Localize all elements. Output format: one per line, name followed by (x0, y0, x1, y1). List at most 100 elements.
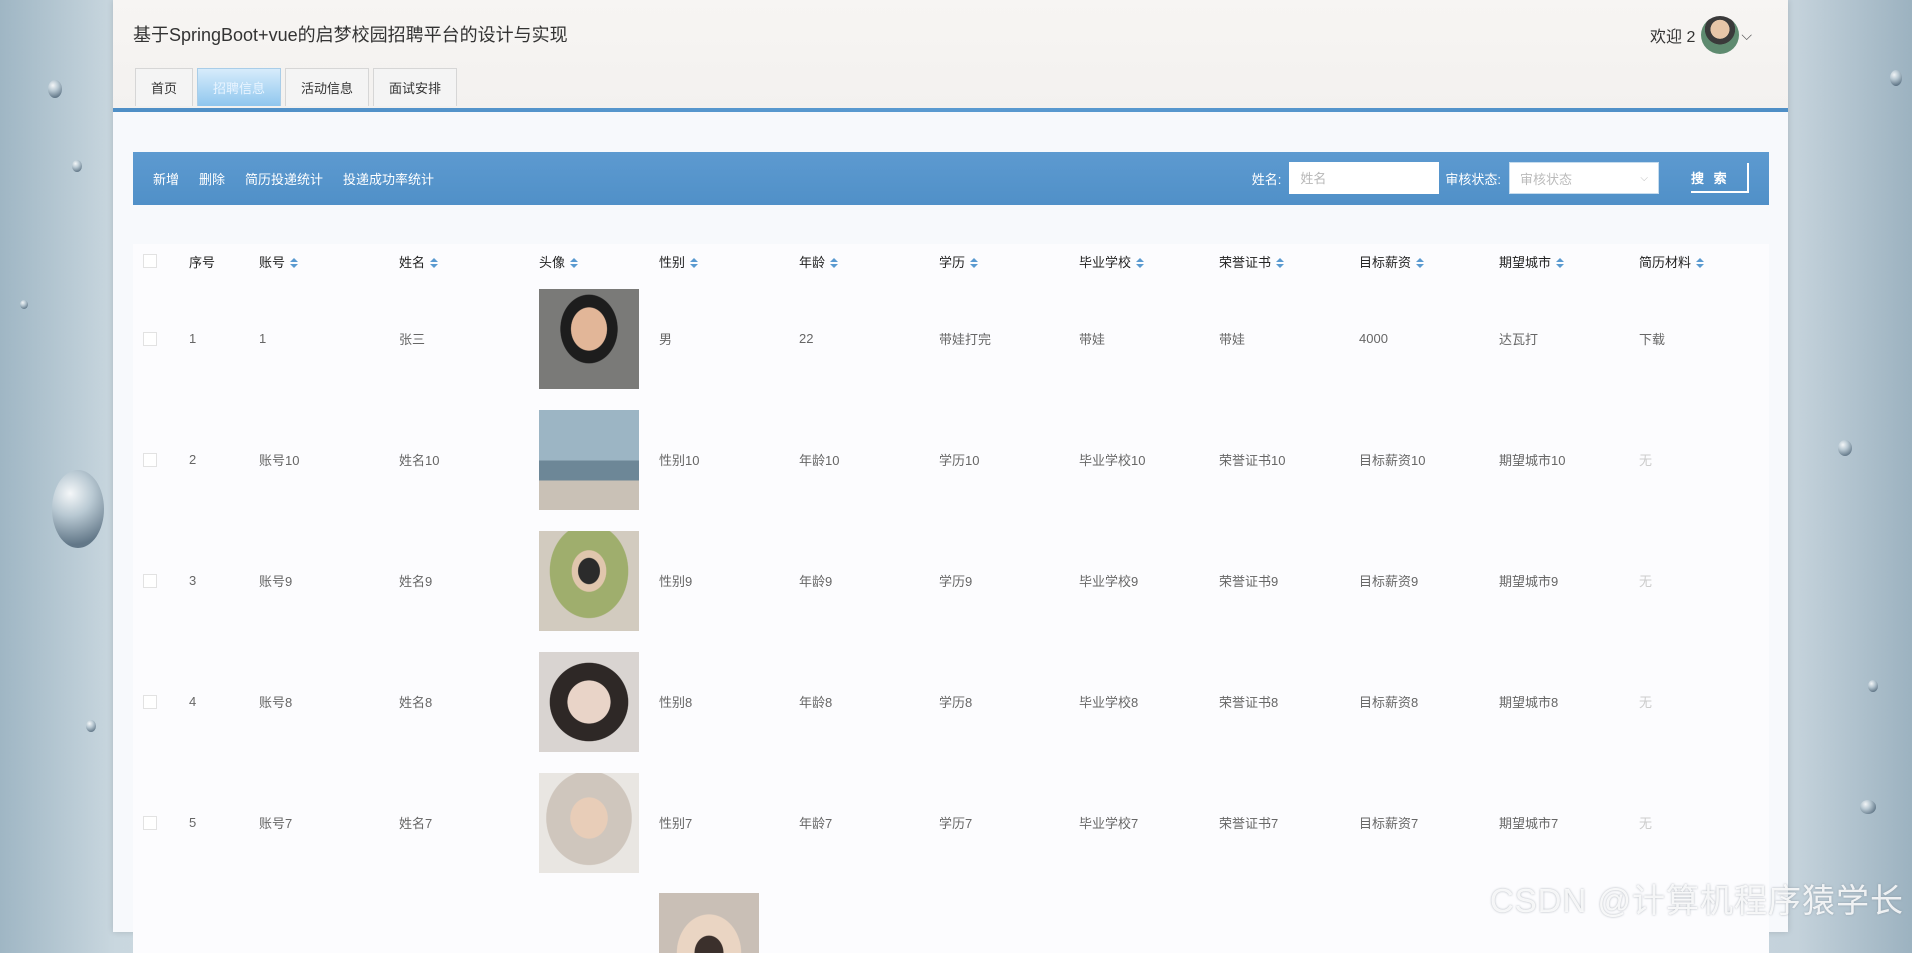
cell-salary: 目标薪资10 (1359, 453, 1426, 468)
cell-age: 年龄8 (799, 695, 833, 710)
download-link[interactable]: 下载 (1633, 329, 1749, 348)
tab-interviews[interactable]: 面试安排 (373, 68, 458, 106)
status-label: 审核状态: (1445, 171, 1501, 187)
table-row[interactable]: 2 账号10 姓名10 性别10 年龄10 学历10 毕业学校10 荣誉证书10… (133, 399, 1769, 520)
cell-gender: 性别7 (659, 816, 693, 831)
sort-icon[interactable] (970, 258, 979, 269)
table-row[interactable]: 1 1 张三 男 22 带娃打完 带娃 带娃 4000 达瓦打 下载 (133, 278, 1769, 399)
delete-button[interactable]: 删除 (199, 169, 225, 188)
avatar-photo[interactable] (539, 651, 639, 752)
tab-home[interactable]: 首页 (135, 68, 194, 106)
cell-age: 年龄9 (799, 574, 833, 589)
cell-gender: 性别9 (659, 574, 693, 589)
cell-account: 1 (259, 331, 267, 346)
chevron-down-icon[interactable]: ⌵ (1741, 27, 1752, 44)
cell-school: 毕业学校10 (1079, 453, 1146, 468)
cell-education: 学历7 (939, 816, 973, 831)
row-checkbox[interactable] (143, 331, 157, 346)
header-checkbox-cell (133, 254, 183, 268)
col-label: 年龄 (799, 254, 826, 270)
tab-activities[interactable]: 活动信息 (285, 68, 370, 106)
add-button[interactable]: 新增 (153, 169, 179, 188)
sort-icon[interactable] (1276, 258, 1285, 269)
toolbar: 新增 删除 简历投递统计 投递成功率统计 姓名: 审核状态: 审核状态 ⌵ 搜 … (133, 152, 1769, 205)
col-gender[interactable]: 性别 (653, 252, 793, 271)
cell-certificate: 荣誉证书8 (1219, 695, 1279, 710)
sort-icon[interactable] (830, 258, 839, 269)
sort-icon[interactable] (1556, 258, 1565, 269)
cell-account: 账号8 (259, 695, 293, 710)
sort-icon[interactable] (430, 258, 439, 269)
col-label: 目标薪资 (1359, 254, 1412, 270)
sort-icon[interactable] (1416, 258, 1425, 269)
cell-school: 毕业学校9 (1079, 574, 1139, 589)
success-rate-button[interactable]: 投递成功率统计 (343, 169, 434, 188)
cell-gender: 性别8 (659, 695, 693, 710)
search-form: 姓名: 审核状态: 审核状态 ⌵ 搜 索 (1252, 162, 1749, 194)
row-checkbox-cell (133, 573, 183, 588)
select-all-checkbox[interactable] (143, 254, 157, 268)
col-school[interactable]: 毕业学校 (1073, 252, 1213, 271)
table-row[interactable]: 5 账号7 姓名7 性别7 年龄7 学历7 毕业学校7 荣誉证书7 目标薪资7 … (133, 762, 1769, 883)
avatar-photo[interactable] (659, 893, 759, 953)
sort-icon[interactable] (570, 258, 579, 269)
cell-gender: 性别10 (659, 453, 700, 468)
status-select[interactable]: 审核状态 ⌵ (1509, 162, 1659, 194)
row-checkbox[interactable] (143, 815, 157, 830)
avatar-photo[interactable] (539, 288, 639, 389)
table-row[interactable]: 3 账号9 姓名9 性别9 年龄9 学历9 毕业学校9 荣誉证书9 目标薪资9 … (133, 520, 1769, 641)
main-content: 新增 删除 简历投递统计 投递成功率统计 姓名: 审核状态: 审核状态 ⌵ 搜 … (113, 112, 1788, 953)
cell-index: 3 (189, 573, 197, 588)
search-button[interactable]: 搜 索 (1691, 163, 1749, 193)
avatar-photo[interactable] (539, 530, 639, 631)
row-checkbox[interactable] (143, 452, 157, 467)
cell-resume: 无 (1639, 816, 1653, 831)
col-resume[interactable]: 简历材料 (1633, 252, 1749, 271)
row-checkbox[interactable] (143, 694, 157, 709)
cell-avatar (533, 409, 653, 510)
cell-name: 姓名9 (399, 574, 433, 589)
header: 基于SpringBoot+vue的启梦校园招聘平台的设计与实现 欢迎 2 ⌵ 首… (113, 0, 1788, 108)
cell-age: 年龄7 (799, 816, 833, 831)
resume-stats-button[interactable]: 简历投递统计 (245, 169, 323, 188)
cell-account: 账号10 (259, 453, 300, 468)
col-city[interactable]: 期望城市 (1493, 252, 1633, 271)
cell-account: 账号7 (259, 816, 293, 831)
sort-icon[interactable] (690, 258, 699, 269)
sort-icon[interactable] (1696, 258, 1705, 269)
cell-certificate: 荣誉证书10 (1219, 453, 1286, 468)
cell-name: 姓名8 (399, 695, 433, 710)
cell-gender: 男 (659, 332, 673, 347)
col-education[interactable]: 学历 (933, 252, 1073, 271)
col-label: 荣誉证书 (1219, 254, 1272, 270)
cell-name: 姓名10 (399, 453, 440, 468)
table-header: 序号 账号 姓名 头像 性别 年龄 学历 毕业学校 荣誉证书 目标薪资 期望城市… (133, 244, 1769, 278)
cell-avatar (653, 893, 773, 953)
user-menu[interactable]: 欢迎 2 ⌵ (1650, 16, 1752, 54)
sort-icon[interactable] (290, 258, 299, 269)
col-avatar[interactable]: 头像 (533, 252, 653, 271)
chevron-down-icon: ⌵ (1640, 172, 1648, 184)
col-age[interactable]: 年龄 (793, 252, 933, 271)
avatar-photo[interactable] (539, 409, 639, 510)
cell-city: 期望城市7 (1499, 816, 1559, 831)
cell-education: 带娃打完 (939, 332, 992, 347)
raindrop-decoration (72, 160, 82, 172)
avatar[interactable] (1701, 16, 1740, 54)
col-salary[interactable]: 目标薪资 (1353, 252, 1493, 271)
col-certificate[interactable]: 荣誉证书 (1213, 252, 1353, 271)
cell-account: 账号9 (259, 574, 293, 589)
col-account[interactable]: 账号 (253, 252, 393, 271)
table-row[interactable]: 4 账号8 姓名8 性别8 年龄8 学历8 毕业学校8 荣誉证书8 目标薪资8 … (133, 641, 1769, 762)
sort-icon[interactable] (1136, 258, 1145, 269)
name-search-input[interactable] (1289, 162, 1440, 194)
tab-recruitment[interactable]: 招聘信息 (197, 68, 282, 106)
avatar-photo[interactable] (539, 772, 639, 873)
col-label: 期望城市 (1499, 254, 1552, 270)
cell-city: 期望城市10 (1499, 453, 1566, 468)
row-checkbox[interactable] (143, 573, 157, 588)
cell-certificate: 带娃 (1219, 332, 1246, 347)
col-name[interactable]: 姓名 (393, 252, 533, 271)
raindrop-decoration (48, 80, 62, 98)
cell-index: 2 (189, 452, 197, 467)
